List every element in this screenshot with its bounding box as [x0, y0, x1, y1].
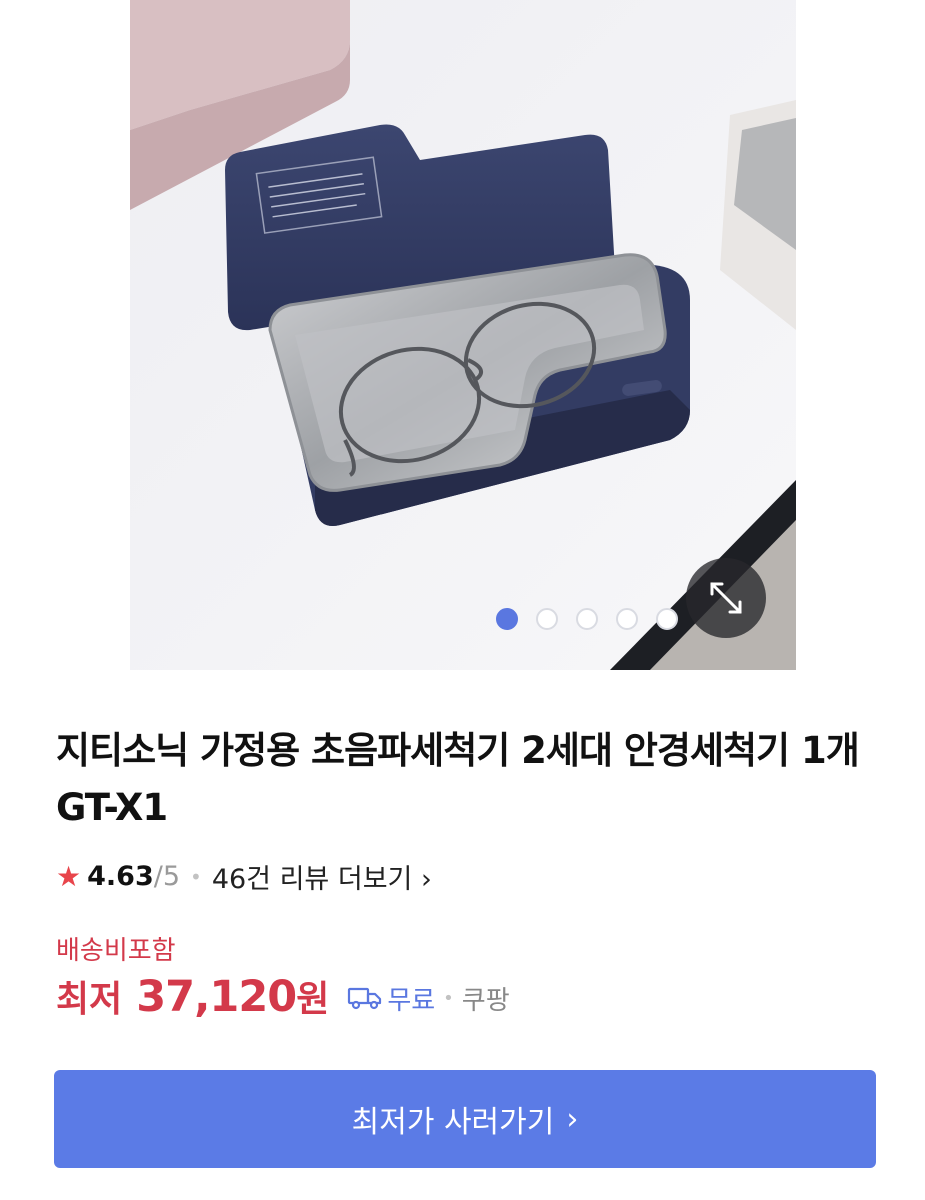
gallery-pagination: [496, 608, 678, 630]
star-icon: ★: [56, 860, 82, 893]
review-more-link[interactable]: 46건 리뷰 더보기 ›: [212, 857, 432, 896]
delivery-info: 무료 • 쿠팡: [347, 980, 510, 1017]
price-currency: 원: [296, 979, 330, 1020]
chevron-right-icon: ›: [412, 864, 432, 895]
chevron-right-icon: ›: [566, 1101, 579, 1137]
price-row: 최저 37,120 원 무료 • 쿠팡: [56, 970, 510, 1022]
review-link-label: 46건 리뷰 더보기: [211, 864, 413, 895]
buy-button-label: 최저가 사러가기: [351, 1105, 555, 1140]
shipping-free: 무료: [387, 985, 436, 1016]
separator-dot: •: [190, 864, 202, 889]
pagination-dot-4[interactable]: [616, 608, 638, 630]
rating-max: /5: [153, 861, 181, 892]
pagination-dot-5[interactable]: [656, 608, 678, 630]
product-title: 지티소닉 가정용 초음파세척기 2세대 안경세척기 1개 GT-X1: [56, 729, 860, 829]
price-amount: 37,120: [136, 972, 297, 1022]
rating-row: ★ 4.63 /5 • 46건 리뷰 더보기 ›: [56, 857, 432, 896]
pagination-dot-3[interactable]: [576, 608, 598, 630]
rating-score: 4.63: [87, 861, 154, 892]
separator-dot: •: [443, 987, 454, 1009]
pagination-dot-2[interactable]: [536, 608, 558, 630]
shipping-included-note: 배송비포함: [56, 936, 176, 966]
expand-image-button[interactable]: [686, 558, 766, 638]
expand-icon: [710, 582, 742, 614]
seller-name: 쿠팡: [461, 985, 510, 1016]
pagination-dot-1[interactable]: [496, 608, 518, 630]
truck-icon: [348, 987, 382, 1010]
price-label: 최저: [56, 979, 123, 1020]
buy-lowest-price-button[interactable]: 최저가 사러가기 ›: [54, 1070, 876, 1168]
